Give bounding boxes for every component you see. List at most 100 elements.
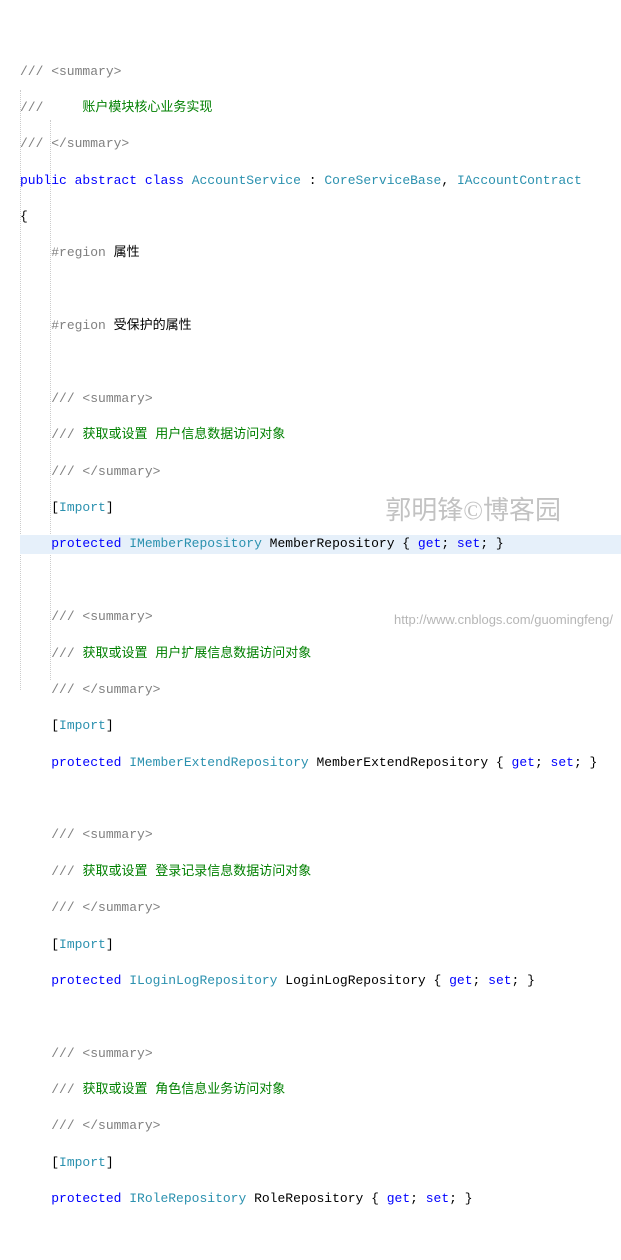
region: #region [51, 318, 106, 333]
bracket: [ [51, 937, 59, 952]
code-line-highlighted: protected IMemberRepository MemberReposi… [20, 535, 621, 553]
xml-doc-text: 获取或设置 角色信息业务访问对象 [82, 1082, 285, 1097]
plain: RoleRepository { [246, 1191, 386, 1206]
bracket: ] [106, 937, 114, 952]
code-line: protected IRoleRepository RoleRepository… [20, 1190, 621, 1208]
region: #region [51, 245, 106, 260]
code-line: /// </summary> [20, 681, 621, 699]
type-name: IMemberExtendRepository [129, 755, 308, 770]
code-line: /// 获取或设置 用户信息数据访问对象 [20, 426, 621, 444]
code-line: protected ILoginLogRepository LoginLogRe… [20, 972, 621, 990]
xml-doc: /// <summary> [51, 1046, 152, 1061]
code-line: /// <summary> [20, 1045, 621, 1063]
keyword: get [387, 1191, 410, 1206]
attribute: Import [59, 937, 106, 952]
xml-doc-text: 获取或设置 用户扩展信息数据访问对象 [82, 646, 311, 661]
code-line: [Import] [20, 1154, 621, 1172]
type-name: IAccountContract [457, 173, 582, 188]
keyword: get [449, 973, 472, 988]
bracket: [ [51, 718, 59, 733]
code-line [20, 572, 621, 590]
keyword: class [145, 173, 184, 188]
keyword: get [512, 755, 535, 770]
code-line: /// </summary> [20, 135, 621, 153]
keyword: protected [51, 536, 121, 551]
region-name: 受保护的属性 [106, 318, 192, 333]
code-line: public abstract class AccountService : C… [20, 172, 621, 190]
type-name: AccountService [192, 173, 301, 188]
plain: ; } [574, 755, 597, 770]
code-line: /// 获取或设置 登录记录信息数据访问对象 [20, 863, 621, 881]
attribute: Import [59, 1155, 106, 1170]
code-line [20, 1008, 621, 1026]
keyword: get [418, 536, 441, 551]
xml-doc: /// [51, 427, 82, 442]
code-line: protected IMemberExtendRepository Member… [20, 754, 621, 772]
code-line: [Import] [20, 717, 621, 735]
keyword: protected [51, 755, 121, 770]
plain: MemberRepository { [262, 536, 418, 551]
attribute: Import [59, 718, 106, 733]
xml-doc-text: 获取或设置 用户信息数据访问对象 [82, 427, 285, 442]
bracket: ] [106, 1155, 114, 1170]
plain: ; [535, 755, 551, 770]
keyword: set [457, 536, 480, 551]
keyword: set [488, 973, 511, 988]
xml-doc: /// [51, 1082, 82, 1097]
attribute: Import [59, 500, 106, 515]
code-line: { [20, 208, 621, 226]
code-line: /// </summary> [20, 899, 621, 917]
code-line [20, 281, 621, 299]
plain: LoginLogRepository { [277, 973, 449, 988]
plain: ; [473, 973, 489, 988]
plain: ; [410, 1191, 426, 1206]
xml-doc: /// [20, 100, 82, 115]
plain: , [441, 173, 457, 188]
keyword: set [551, 755, 574, 770]
plain: ; } [449, 1191, 472, 1206]
type-name: CoreServiceBase [324, 173, 441, 188]
xml-doc: /// [51, 864, 82, 879]
xml-doc: /// </summary> [51, 682, 160, 697]
code-line: /// 获取或设置 角色信息业务访问对象 [20, 1081, 621, 1099]
xml-doc: /// <summary> [51, 391, 152, 406]
keyword: protected [51, 1191, 121, 1206]
plain: ; [441, 536, 457, 551]
type-name: IMemberRepository [129, 536, 262, 551]
keyword: public [20, 173, 67, 188]
xml-doc: /// <summary> [51, 827, 152, 842]
code-line: /// <summary> [20, 826, 621, 844]
code-line [20, 354, 621, 372]
code-editor[interactable]: /// <summary> /// 账户模块核心业务实现 /// </summa… [0, 0, 621, 1260]
xml-doc: /// [51, 646, 82, 661]
code-line: /// <summary> [20, 63, 621, 81]
code-line: /// <summary> [20, 390, 621, 408]
region-name: 属性 [106, 245, 140, 260]
xml-doc: /// <summary> [20, 64, 121, 79]
code-line: /// <summary> [20, 608, 621, 626]
brace: { [20, 209, 28, 224]
code-line [20, 790, 621, 808]
code-line: #region 属性 [20, 244, 621, 262]
bracket: ] [106, 718, 114, 733]
code-line [20, 1227, 621, 1245]
plain: MemberExtendRepository { [309, 755, 512, 770]
plain: : [301, 173, 324, 188]
bracket: ] [106, 500, 114, 515]
xml-doc: /// </summary> [51, 1118, 160, 1133]
xml-doc: /// </summary> [51, 900, 160, 915]
code-line: [Import] [20, 936, 621, 954]
bracket: [ [51, 1155, 59, 1170]
code-line: #region 受保护的属性 [20, 317, 621, 335]
xml-doc: /// </summary> [51, 464, 160, 479]
xml-doc-text: 账户模块核心业务实现 [82, 100, 212, 115]
plain: ; } [512, 973, 535, 988]
xml-doc: /// </summary> [20, 136, 129, 151]
code-line: /// 账户模块核心业务实现 [20, 99, 621, 117]
keyword: abstract [75, 173, 137, 188]
code-line: /// 获取或设置 用户扩展信息数据访问对象 [20, 645, 621, 663]
keyword: set [426, 1191, 449, 1206]
bracket: [ [51, 500, 59, 515]
plain: ; } [480, 536, 503, 551]
code-line: /// </summary> [20, 1117, 621, 1135]
